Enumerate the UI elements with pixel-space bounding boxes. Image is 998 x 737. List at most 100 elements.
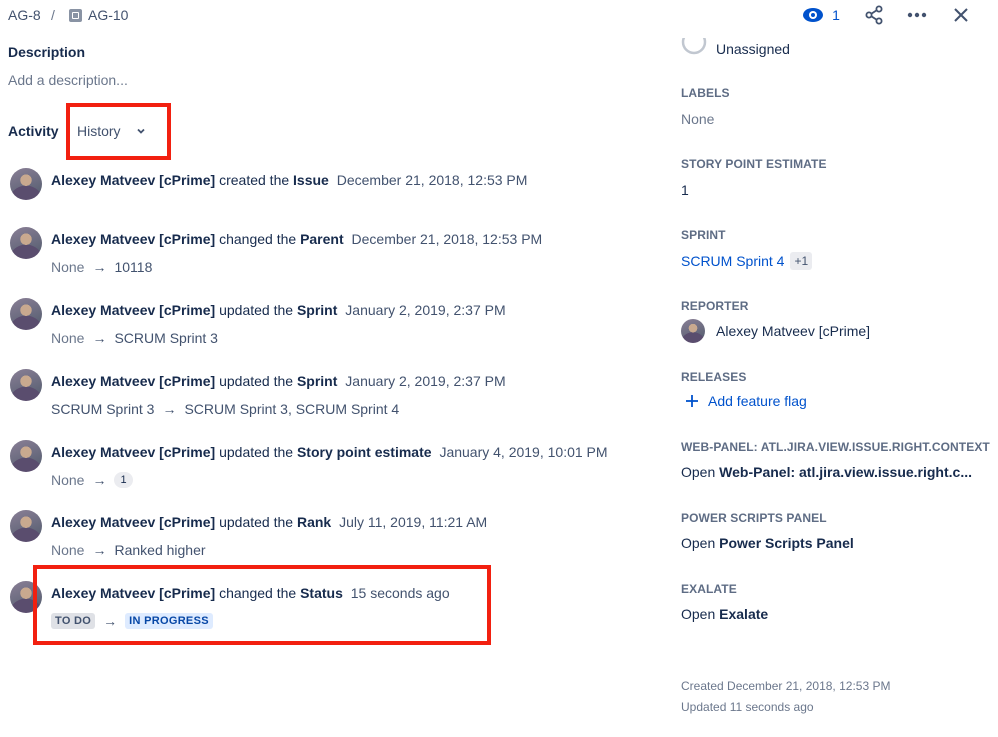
arrow-right-icon: →: [92, 472, 107, 488]
webpanel-label: WEB-PANEL: ATL.JIRA.VIEW.ISSUE.RIGHT.CON…: [681, 440, 990, 454]
change-from: SCRUM Sprint 3: [51, 401, 155, 417]
activity-verb: changed the: [219, 231, 297, 247]
assignee-field[interactable]: Unassigned: [681, 38, 790, 60]
webpanel-prefix: Open: [681, 464, 716, 480]
story-point-badge: 1: [114, 472, 133, 488]
activity-item: Alexey Matveev [cPrime] changed the Pare…: [10, 227, 630, 277]
activity-item: Alexey Matveev [cPrime] updated the Spri…: [10, 369, 630, 419]
exalate-link[interactable]: Open Exalate: [681, 606, 768, 622]
close-icon: [954, 8, 968, 22]
activity-user[interactable]: Alexey Matveev [cPrime]: [51, 444, 215, 460]
activity-field: Story point estimate: [296, 444, 432, 460]
activity-verb: updated the: [219, 373, 294, 389]
powerscripts-link[interactable]: Open Power Scripts Panel: [681, 535, 854, 551]
webpanel-link[interactable]: Open Web-Panel: atl.jira.view.issue.righ…: [681, 464, 972, 480]
arrow-right-icon: →: [92, 259, 107, 275]
activity-title: Activity: [8, 123, 59, 139]
activity-field: Parent: [300, 231, 344, 247]
activity-user[interactable]: Alexey Matveev [cPrime]: [51, 172, 215, 188]
share-icon: [865, 5, 883, 25]
change-to: SCRUM Sprint 3, SCRUM Sprint 4: [184, 401, 400, 417]
story-points-value[interactable]: 1: [681, 182, 689, 198]
activity-item: Alexey Matveev [cPrime] created the Issu…: [10, 168, 630, 208]
arrow-right-icon: →: [92, 542, 107, 558]
sprint-more-badge[interactable]: +1: [790, 252, 813, 270]
activity-field: Sprint: [296, 373, 338, 389]
more-icon: [907, 12, 927, 18]
exalate-prefix: Open: [681, 606, 716, 622]
activity-item: Alexey Matveev [cPrime] updated the Spri…: [10, 298, 630, 348]
labels-label: LABELS: [681, 86, 730, 100]
releases-label: RELEASES: [681, 370, 747, 384]
add-feature-flag-button[interactable]: Add feature flag: [685, 393, 807, 409]
watch-button[interactable]: 1: [801, 3, 841, 27]
change-to: Ranked higher: [114, 542, 206, 558]
activity-verb: created the: [219, 172, 290, 188]
activity-user[interactable]: Alexey Matveev [cPrime]: [51, 514, 215, 530]
reporter-value: Alexey Matveev [cPrime]: [716, 323, 871, 339]
more-actions-button[interactable]: [905, 3, 929, 27]
avatar: [10, 440, 42, 472]
powerscripts-prefix: Open: [681, 535, 716, 551]
exalate-label: EXALATE: [681, 582, 737, 596]
activity-time: January 2, 2019, 2:37 PM: [345, 373, 506, 389]
unassigned-avatar-icon: [681, 38, 707, 55]
activity-field: Sprint: [296, 302, 338, 318]
labels-value[interactable]: None: [681, 111, 714, 127]
close-button[interactable]: [949, 3, 973, 27]
exalate-value: Exalate: [719, 606, 769, 622]
activity-time: January 4, 2019, 10:01 PM: [439, 444, 608, 460]
activity-item: Alexey Matveev [cPrime] updated the Rank…: [10, 510, 630, 560]
activity-time: July 11, 2019, 11:21 AM: [339, 514, 488, 530]
description-title: Description: [8, 44, 86, 60]
activity-time: December 21, 2018, 12:53 PM: [351, 231, 543, 247]
breadcrumb-separator: /: [51, 7, 55, 23]
arrow-right-icon: →: [92, 330, 107, 346]
activity-item: Alexey Matveev [cPrime] updated the Stor…: [10, 440, 630, 490]
webpanel-value: Web-Panel: atl.jira.view.issue.right.c..…: [719, 464, 972, 480]
sprint-link[interactable]: SCRUM Sprint 4: [681, 253, 784, 269]
subtask-icon: [69, 9, 82, 22]
activity-verb: updated the: [219, 302, 294, 318]
activity-time: December 21, 2018, 12:53 PM: [336, 172, 528, 188]
change-from: None: [51, 330, 85, 346]
change-to: 10118: [114, 259, 153, 275]
activity-user[interactable]: Alexey Matveev [cPrime]: [51, 231, 215, 247]
activity-user[interactable]: Alexey Matveev [cPrime]: [51, 302, 215, 318]
add-feature-flag-label: Add feature flag: [708, 393, 807, 409]
change-from: None: [51, 259, 85, 275]
description-placeholder[interactable]: Add a description...: [8, 72, 128, 88]
activity-verb: updated the: [219, 514, 294, 530]
activity-user[interactable]: Alexey Matveev [cPrime]: [51, 373, 215, 389]
avatar: [10, 510, 42, 542]
sprint-field: SCRUM Sprint 4 +1: [681, 252, 813, 270]
change-to: SCRUM Sprint 3: [114, 330, 218, 346]
sprint-label: SPRINT: [681, 228, 726, 242]
change-from: None: [51, 542, 85, 558]
reporter-field[interactable]: Alexey Matveev [cPrime]: [681, 319, 870, 343]
activity-time: January 2, 2019, 2:37 PM: [345, 302, 506, 318]
avatar: [10, 369, 42, 401]
breadcrumb-issue[interactable]: AG-10: [88, 7, 128, 23]
story-points-label: STORY POINT ESTIMATE: [681, 157, 827, 171]
change-from: None: [51, 472, 85, 488]
avatar: [10, 168, 42, 200]
eye-icon: [803, 8, 824, 22]
reporter-avatar: [681, 319, 705, 343]
share-button[interactable]: [862, 3, 886, 27]
highlight-box-history: [66, 103, 171, 160]
updated-date: Updated 11 seconds ago: [681, 700, 814, 714]
activity-field: Issue: [293, 172, 329, 188]
watch-count: 1: [832, 7, 840, 23]
powerscripts-label: POWER SCRIPTS PANEL: [681, 511, 827, 525]
highlight-box-status-change: [33, 565, 491, 645]
breadcrumb-parent[interactable]: AG-8: [8, 7, 41, 23]
plus-icon: [686, 395, 698, 407]
avatar: [10, 298, 42, 330]
arrow-right-icon: →: [162, 401, 177, 417]
activity-field: Rank: [296, 514, 332, 530]
created-date: Created December 21, 2018, 12:53 PM: [681, 679, 891, 693]
avatar: [10, 227, 42, 259]
assignee-value: Unassigned: [716, 41, 790, 57]
reporter-label: REPORTER: [681, 299, 749, 313]
